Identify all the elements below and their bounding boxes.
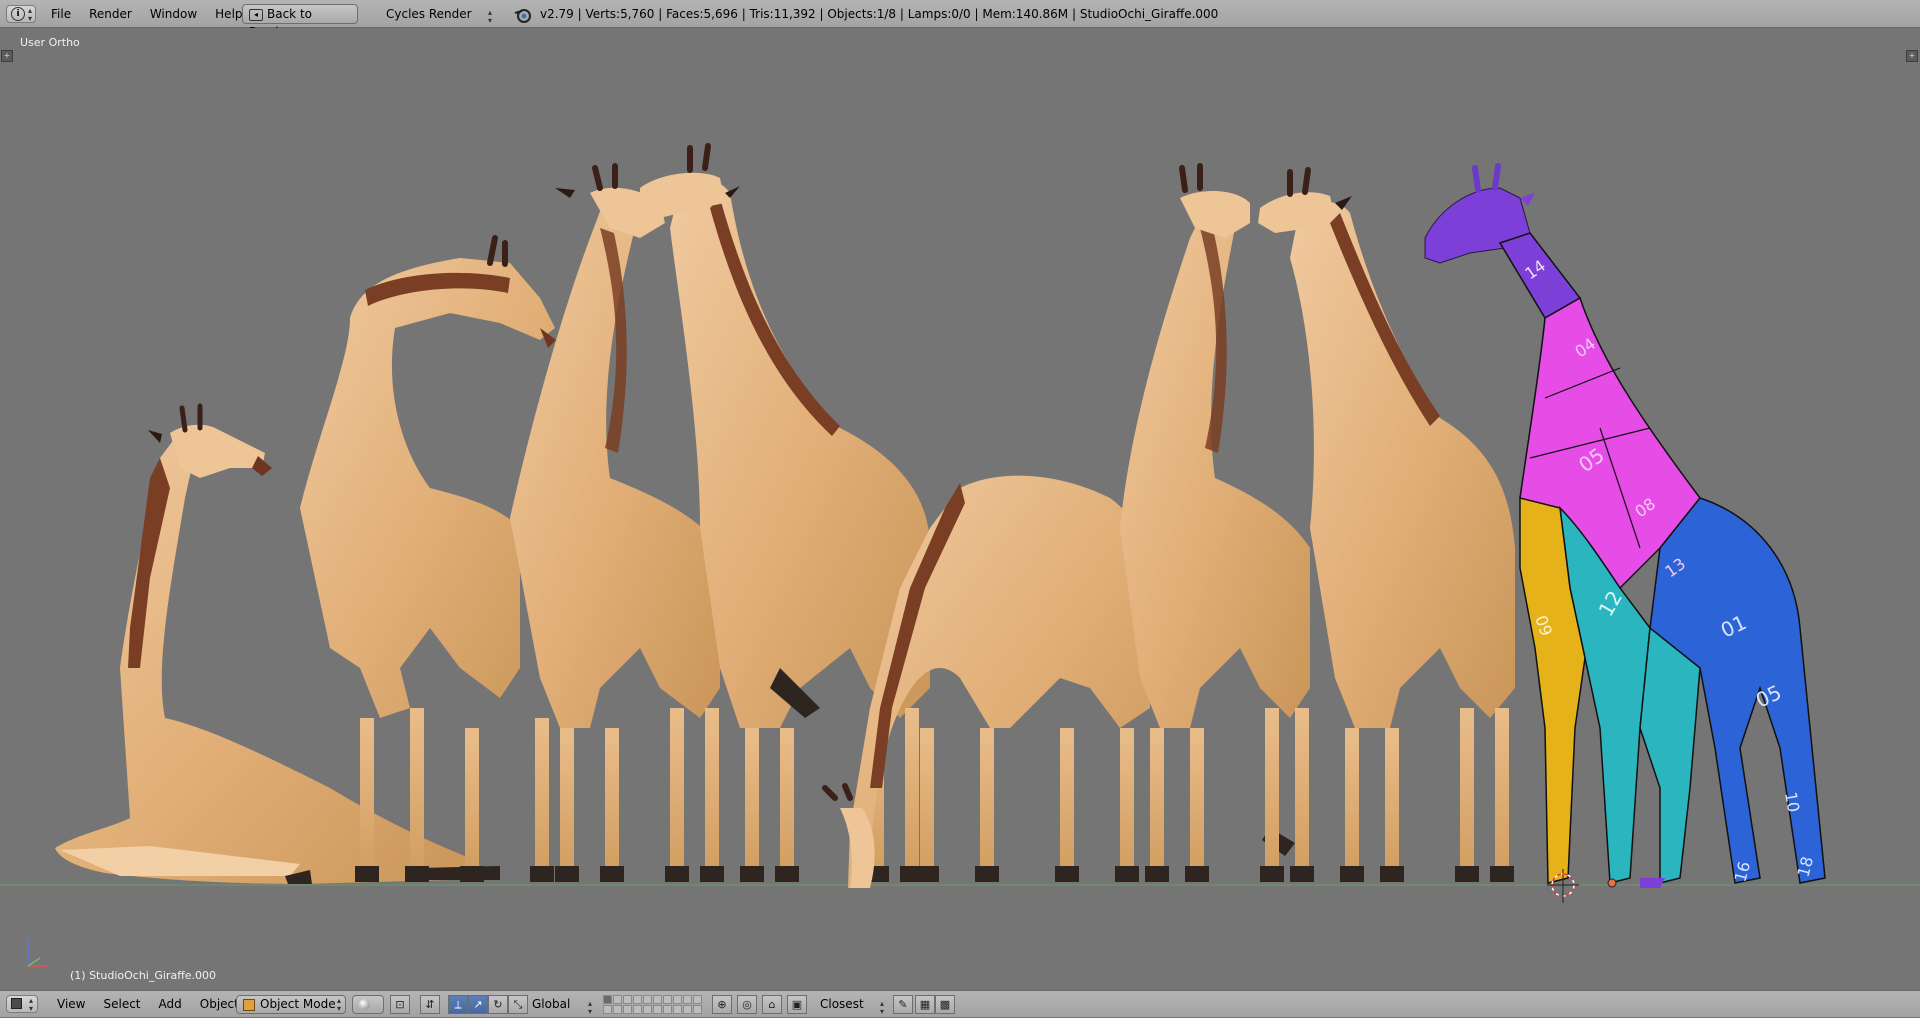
render-animation-icon[interactable]: ▩: [935, 995, 955, 1014]
view-menus: View Select Add Object: [48, 991, 248, 1018]
updown-arrows-icon: ▴ ▾: [28, 6, 33, 23]
object-mode-icon: [243, 998, 255, 1011]
snap-element-icon[interactable]: ▣: [787, 995, 807, 1014]
updown-arrows-icon: ▴ ▾: [336, 996, 341, 1013]
giraffe-sitting[interactable]: [55, 403, 500, 884]
shading-sphere-icon: [359, 999, 370, 1010]
info-icon: i: [11, 7, 25, 21]
translate-manipulator-icon[interactable]: ↗: [468, 995, 488, 1014]
active-object-name: (1) StudioOchi_Giraffe.000: [70, 969, 217, 982]
object-origin-dot: [1607, 878, 1617, 888]
orientation-label: Global: [532, 997, 571, 1011]
viewport-shading-selector[interactable]: [352, 995, 384, 1014]
cube-icon: [11, 998, 22, 1009]
rotate-manipulator-icon[interactable]: ↻: [488, 995, 508, 1014]
snap-target-selector[interactable]: Closest ▴ ▾: [820, 991, 890, 1018]
snap-target-label: Closest: [820, 997, 864, 1011]
menu-select[interactable]: Select: [94, 997, 149, 1011]
transform-orientation-selector[interactable]: Global ▴ ▾: [532, 991, 597, 1018]
pivot-align-icon[interactable]: ⇵: [420, 995, 440, 1014]
3d-view-header: ▴ ▾ View Select Add Object Object Mode ▴ ▾ ⊡ …: [0, 990, 1920, 1017]
menu-add[interactable]: Add: [150, 997, 191, 1011]
render-engine-label: Cycles Render: [386, 7, 472, 21]
updown-arrows-icon: ▴ ▾: [29, 996, 34, 1013]
giraffe-curved-neck[interactable]: [300, 235, 556, 882]
scale-manipulator-icon[interactable]: ⤡: [508, 995, 528, 1014]
opengl-render-icon[interactable]: ✎: [893, 995, 913, 1014]
proportional-edit-icon[interactable]: ◎: [737, 995, 757, 1014]
giraffe-standing-6[interactable]: [1120, 163, 1314, 882]
editor-type-selector[interactable]: i ▴ ▾: [6, 5, 36, 23]
lock-camera-icon[interactable]: ⊕: [712, 995, 732, 1014]
back-to-previous-button[interactable]: ◂Back to Previous: [242, 4, 358, 39]
render-engine-selector[interactable]: Cycles Render ▴ ▾: [386, 0, 498, 28]
layer-buttons[interactable]: [603, 995, 702, 1014]
info-header: i ▴▾ FileRenderWindowHelp ◂Back to Previ…: [0, 0, 1920, 39]
scene-statistics: v2.79 | Verts:5,760 | Faces:5,696 | Tris…: [540, 7, 1219, 21]
updown-arrows-icon: ▴ ▾: [488, 8, 493, 25]
mode-selector[interactable]: Object Mode ▴ ▾: [236, 995, 346, 1014]
menu-window[interactable]: Window: [141, 7, 206, 21]
updown-arrows-icon: ▴ ▾: [588, 999, 593, 1016]
blender-logo-icon: [513, 0, 533, 28]
axis-gizmo: [27, 938, 48, 967]
3d-viewport[interactable]: + + User Ortho 14 04 05 08 13 12 09 01 0…: [0, 28, 1920, 990]
uv-label: 10: [1781, 790, 1803, 813]
updown-arrows-icon: ▴ ▾: [880, 999, 885, 1016]
render-image-icon[interactable]: ▦: [915, 995, 935, 1014]
menu-file[interactable]: File: [42, 7, 80, 21]
snap-toggle-icon[interactable]: ⌂: [762, 995, 782, 1014]
pivot-point-icon[interactable]: ⊡: [390, 995, 410, 1014]
editor-type-selector[interactable]: ▴ ▾: [6, 995, 38, 1013]
menu-view[interactable]: View: [48, 997, 94, 1011]
menu-render[interactable]: Render: [80, 7, 141, 21]
main-menu: File Render Window Help: [42, 0, 252, 28]
back-arrow-icon: ◂: [249, 8, 263, 21]
giraffe-scene: 14 04 05 08 13 12 09 01 05 10 16 18: [0, 143, 1920, 967]
transform-manipulator-icon[interactable]: ⟂: [448, 995, 468, 1014]
mode-label: Object Mode: [260, 997, 336, 1011]
